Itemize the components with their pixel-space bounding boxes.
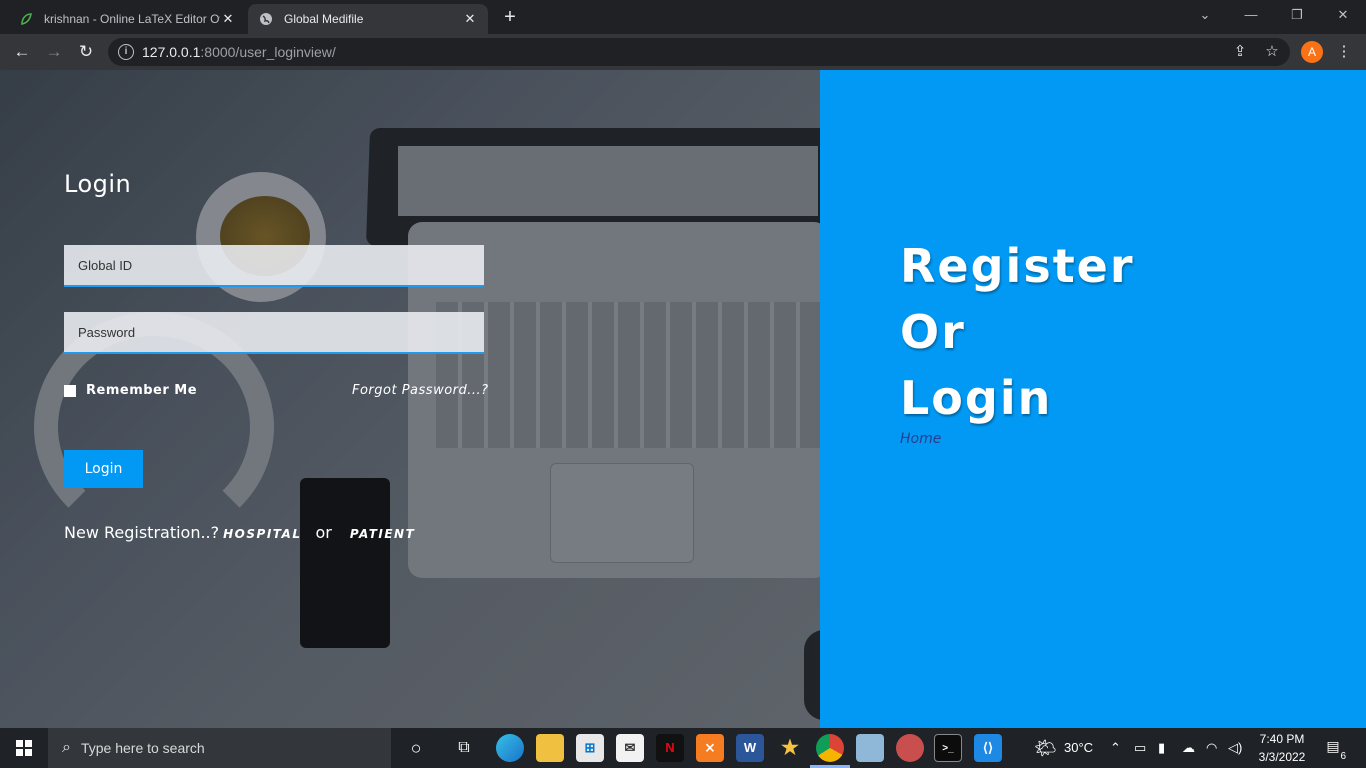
tab-overleaf[interactable]: krishnan - Online LaTeX Editor Ov ✕ <box>8 4 246 34</box>
vscode-icon[interactable]: ⟨⟩ <box>974 734 1002 762</box>
netflix-icon[interactable]: N <box>656 734 684 762</box>
login-heading: Login <box>64 170 132 198</box>
terminal-icon[interactable]: >_ <box>934 734 962 762</box>
paint-app-icon[interactable] <box>896 734 924 762</box>
hero-line-login: Login <box>900 371 1053 425</box>
forward-arrow-icon[interactable]: → <box>40 38 68 66</box>
search-placeholder: Type here to search <box>80 740 205 756</box>
wifi-icon[interactable]: ◠ <box>1206 728 1217 768</box>
url-path: :8000/user_loginview/ <box>200 44 336 60</box>
profile-avatar[interactable]: A <box>1301 41 1323 63</box>
new-registration: New Registration..? HOSPITAL or PATIENT <box>64 523 415 542</box>
back-arrow-icon[interactable]: ← <box>8 38 36 66</box>
bookmark-star-icon[interactable]: ☆ <box>1260 38 1284 66</box>
remember-me-checkbox[interactable] <box>64 384 76 397</box>
url-host: 127.0.0.1 <box>142 44 201 60</box>
tab-search-chevron-icon[interactable]: ⌄ <box>1182 0 1228 30</box>
tab-global-medifile[interactable]: Global Medifile ✕ <box>248 4 488 34</box>
tab-close-icon[interactable]: ✕ <box>220 11 236 27</box>
edge-browser-icon[interactable] <box>496 734 524 762</box>
address-bar[interactable]: i 127.0.0.1 :8000/user_loginview/ <box>108 38 1290 66</box>
windows-logo-icon <box>16 740 32 756</box>
hero-line-register: Register <box>900 239 1135 293</box>
restore-button[interactable]: ❐ <box>1274 0 1320 30</box>
word-icon[interactable]: W <box>736 734 764 762</box>
background-overlay <box>0 70 820 728</box>
home-link[interactable]: Home <box>900 431 941 447</box>
tray-chevron-icon[interactable]: ⌃ <box>1110 728 1121 768</box>
patient-link[interactable]: PATIENT <box>350 527 415 541</box>
hero-line-or: Or <box>900 305 966 359</box>
notification-center-icon[interactable]: ▤ 6 <box>1322 738 1346 762</box>
onedrive-icon[interactable]: ☁ <box>1182 728 1195 768</box>
mail-icon[interactable]: ✉ <box>616 734 644 762</box>
temperature[interactable]: 30°C <box>1064 728 1093 768</box>
or-text: or <box>315 523 332 542</box>
tab-close-icon[interactable]: ✕ <box>462 11 478 27</box>
minimize-button[interactable]: — <box>1228 0 1274 30</box>
notification-count: 6 <box>1340 751 1346 762</box>
file-explorer-icon[interactable] <box>536 734 564 762</box>
globe-icon <box>258 11 274 27</box>
windows-taskbar: ⌕ Type here to search ○ ⧉ ⊞ ✉ N ⨯ W ★ >_… <box>0 728 1366 768</box>
reload-icon[interactable]: ↻ <box>72 38 100 66</box>
star-app-icon[interactable]: ★ <box>776 734 804 762</box>
close-window-button[interactable]: ✕ <box>1320 0 1366 30</box>
remember-me-label: Remember Me <box>86 383 198 398</box>
weather-icon[interactable]: 🌤 <box>1034 728 1057 768</box>
new-tab-button[interactable]: + <box>498 6 522 30</box>
new-registration-label: New Registration..? <box>64 523 220 542</box>
search-icon: ⌕ <box>62 739 71 756</box>
task-view-icon[interactable]: ⧉ <box>450 734 478 762</box>
password-input[interactable] <box>64 312 484 354</box>
volume-icon[interactable]: ◁) <box>1228 728 1242 768</box>
hospital-link[interactable]: HOSPITAL <box>223 527 301 541</box>
site-info-icon[interactable]: i <box>118 44 134 60</box>
tab-title: Global Medifile <box>284 12 364 26</box>
browser-tab-strip: krishnan - Online LaTeX Editor Ov ✕ Glob… <box>0 0 1366 34</box>
share-icon[interactable]: ⇪ <box>1228 38 1252 66</box>
taskbar-search[interactable]: ⌕ Type here to search <box>48 728 391 768</box>
start-button[interactable] <box>0 728 48 768</box>
login-button[interactable]: Login <box>64 450 143 488</box>
login-panel <box>0 70 820 728</box>
cortana-icon[interactable]: ○ <box>402 734 430 762</box>
clock-date: 3/3/2022 <box>1258 750 1306 764</box>
global-id-input[interactable] <box>64 245 484 287</box>
battery-icon[interactable]: ▮ <box>1158 728 1165 768</box>
xampp-icon[interactable]: ⨯ <box>696 734 724 762</box>
remember-me[interactable]: Remember Me <box>64 383 197 398</box>
notes-app-icon[interactable] <box>856 734 884 762</box>
page-content <box>0 70 1366 728</box>
meet-now-icon[interactable]: ▭ <box>1134 728 1146 768</box>
chrome-icon[interactable] <box>816 734 844 762</box>
hero-title: Register Or Login <box>900 233 1135 431</box>
microsoft-store-icon[interactable]: ⊞ <box>576 734 604 762</box>
forgot-password-link[interactable]: Forgot Password...? <box>352 383 489 398</box>
overleaf-leaf-icon <box>18 11 34 27</box>
tab-title: krishnan - Online LaTeX Editor Ov <box>44 12 220 26</box>
system-clock[interactable]: 7:40 PM 3/3/2022 <box>1250 730 1314 766</box>
menu-dots-icon[interactable]: ⋮ <box>1332 38 1356 66</box>
clock-time: 7:40 PM <box>1259 732 1305 746</box>
